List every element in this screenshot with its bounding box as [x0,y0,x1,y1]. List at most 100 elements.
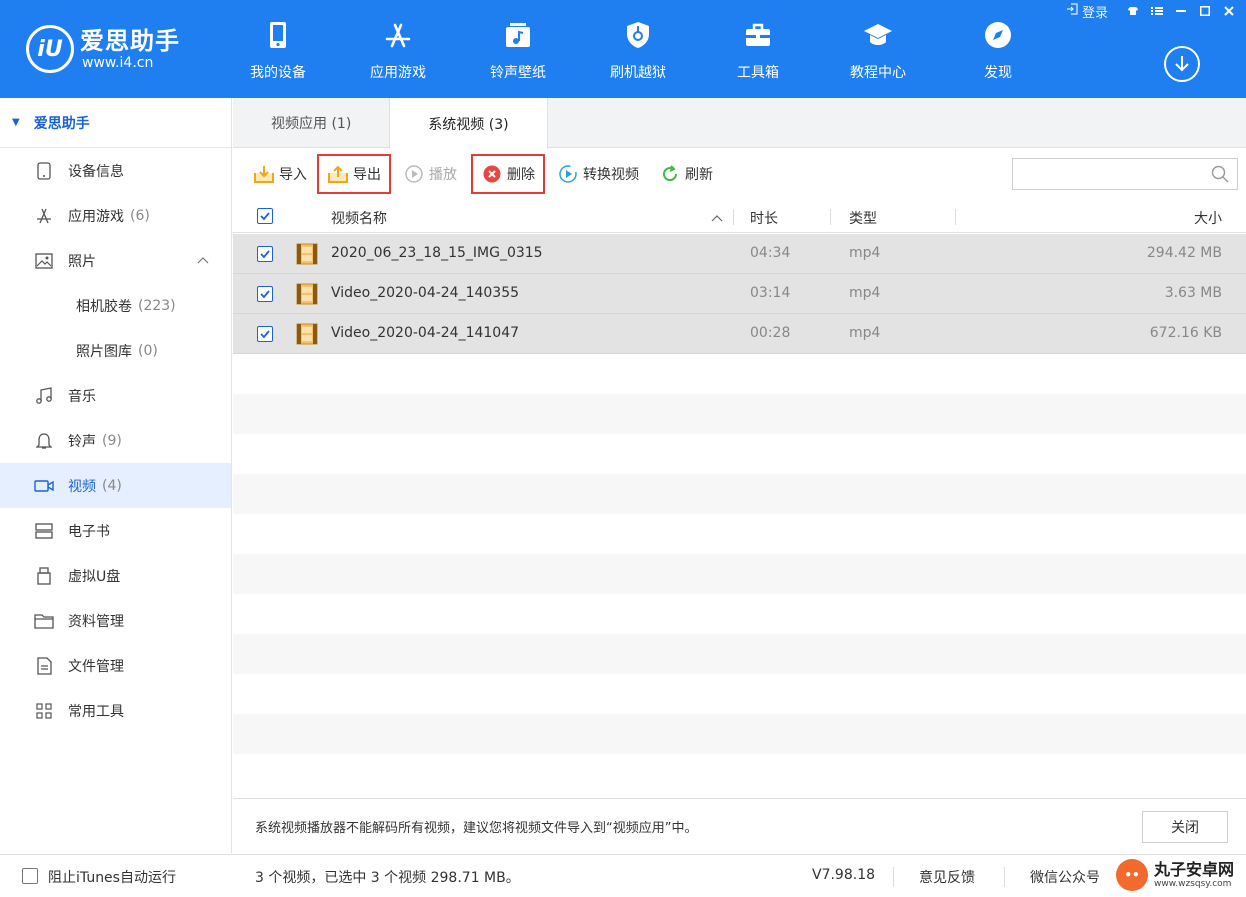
app-logo: iU 爱思助手 www.i4.cn [26,22,206,76]
notice-text: 系统视频播放器不能解码所有视频，建议您将视频文件导入到“视频应用”中。 [255,821,698,836]
search-input[interactable] [1013,159,1203,189]
nav-apps-games[interactable]: 应用游戏 [350,0,446,98]
login-icon [1066,3,1078,19]
check-icon [260,330,270,338]
status-divider [1004,867,1005,887]
column-divider [955,209,956,225]
phone-icon [263,20,293,50]
status-bar: 阻止iTunes自动运行 3 个视频，已选中 3 个视频 298.71 MB。 … [0,854,1246,897]
row-checkbox[interactable] [257,246,273,262]
book-icon [34,521,54,541]
shield-key-icon [623,20,653,50]
appstore-outline-icon [34,206,54,226]
sidebar-item-music[interactable]: 音乐 [0,373,231,418]
nav-flash-jailbreak[interactable]: 刷机越狱 [590,0,686,98]
row-checkbox[interactable] [257,326,273,342]
wechat-link[interactable]: 微信公众号 [1030,867,1100,887]
minimize-button[interactable] [1172,3,1190,19]
table-row[interactable]: Video_2020-04-24_140355 03:14 mp4 3.63 M… [233,274,1246,314]
logo-url: www.i4.cn [82,55,154,71]
close-button[interactable]: 关闭 [1142,811,1228,843]
sidebar-item-apps[interactable]: 应用游戏 (6) [0,193,231,238]
delete-icon [481,163,503,185]
sidebar-root[interactable]: ▼ 爱思助手 [0,98,231,148]
itunes-autorun-label[interactable]: 阻止iTunes自动运行 [48,867,176,887]
sidebar-item-ebooks[interactable]: 电子书 [0,508,231,553]
column-divider [830,209,831,225]
logo-mark: iU [26,25,74,73]
sidebar-item-data-management[interactable]: 资料管理 [0,598,231,643]
delete-button[interactable]: 删除 [471,154,545,194]
table-row[interactable]: 2020_06_23_18_15_IMG_0315 04:34 mp4 294.… [233,234,1246,274]
version-label: V7.98.18 [812,867,876,883]
toolbar: 导入 导出 播放 删除 转换视频 刷新 [233,149,1246,199]
tab-bar: 视频应用 (1) 系统视频 (3) [233,98,1246,149]
tab-video-apps[interactable]: 视频应用 (1) [233,98,389,148]
sidebar-item-videos[interactable]: 视频 (4) [0,463,231,508]
menu-icon [1151,7,1163,15]
column-divider [733,209,734,225]
video-file-icon [296,243,318,269]
itunes-autorun-checkbox[interactable] [22,868,38,884]
sidebar: ▼ 爱思助手 设备信息 应用游戏 (6) 照片 相机胶卷 (223) 照片图库 … [0,98,232,853]
sort-up-icon[interactable] [711,210,723,226]
search-icon[interactable] [1211,165,1229,187]
menu-button[interactable] [1148,3,1166,19]
download-button[interactable] [1164,46,1200,82]
sidebar-item-file-management[interactable]: 文件管理 [0,643,231,688]
import-button[interactable]: 导入 [245,156,315,192]
bell-icon [34,431,54,451]
sidebar-item-ringtones[interactable]: 铃声 (9) [0,418,231,463]
nav-toolbox[interactable]: 工具箱 [710,0,806,98]
site-watermark: •• 丸子安卓网 www.wzsqsy.com [1116,859,1234,891]
export-button[interactable]: 导出 [317,154,391,194]
mascot-icon: •• [1116,859,1148,891]
maximize-button[interactable] [1196,3,1214,19]
table-header: 视频名称 时长 类型 大小 [233,199,1246,233]
empty-row [233,394,1246,434]
shirt-icon [1128,7,1138,15]
sidebar-item-photo-library[interactable]: 照片图库 (0) [0,328,231,373]
convert-video-button[interactable]: 转换视频 [549,156,647,192]
sidebar-item-camera-roll[interactable]: 相机胶卷 (223) [0,283,231,328]
video-table: 2020_06_23_18_15_IMG_0315 04:34 mp4 294.… [233,234,1246,798]
chevron-up-icon[interactable] [197,252,209,268]
sidebar-item-photos[interactable]: 照片 [0,238,231,283]
document-icon [34,656,54,676]
row-checkbox[interactable] [257,286,273,302]
empty-row [233,514,1246,554]
music-image-icon [503,20,533,50]
header-type[interactable]: 类型 [849,208,877,228]
sidebar-item-device-info[interactable]: 设备信息 [0,148,231,193]
minimize-icon [1176,10,1186,12]
select-all-checkbox[interactable] [257,208,273,224]
refresh-icon [659,163,681,185]
usb-drive-icon [34,566,54,586]
header-duration[interactable]: 时长 [750,208,778,228]
close-icon [1224,6,1234,16]
tab-system-videos[interactable]: 系统视频 (3) [389,98,548,149]
login-button[interactable]: 登录 [1066,2,1108,21]
nav-ringtones[interactable]: 铃声壁纸 [470,0,566,98]
phone-outline-icon [34,161,54,181]
download-icon [1175,56,1189,72]
feedback-link[interactable]: 意见反馈 [919,867,975,887]
sidebar-item-common-tools[interactable]: 常用工具 [0,688,231,733]
video-camera-icon [34,476,54,496]
close-window-button[interactable] [1220,3,1238,19]
check-icon [260,250,270,258]
nav-my-device[interactable]: 我的设备 [230,0,326,98]
table-row[interactable]: Video_2020-04-24_141047 00:28 mp4 672.16… [233,314,1246,354]
empty-row [233,554,1246,594]
refresh-button[interactable]: 刷新 [651,156,721,192]
skin-button[interactable] [1124,3,1142,19]
play-button[interactable]: 播放 [395,156,465,192]
decode-notice: 系统视频播放器不能解码所有视频，建议您将视频文件导入到“视频应用”中。 关闭 [233,798,1246,854]
header-name[interactable]: 视频名称 [331,208,387,228]
nav-discover[interactable]: 发现 [950,0,1046,98]
nav-tutorials[interactable]: 教程中心 [830,0,926,98]
header-size[interactable]: 大小 [1194,208,1222,228]
empty-row [233,434,1246,474]
search-box [1012,158,1238,190]
sidebar-item-virtual-udisk[interactable]: 虚拟U盘 [0,553,231,598]
